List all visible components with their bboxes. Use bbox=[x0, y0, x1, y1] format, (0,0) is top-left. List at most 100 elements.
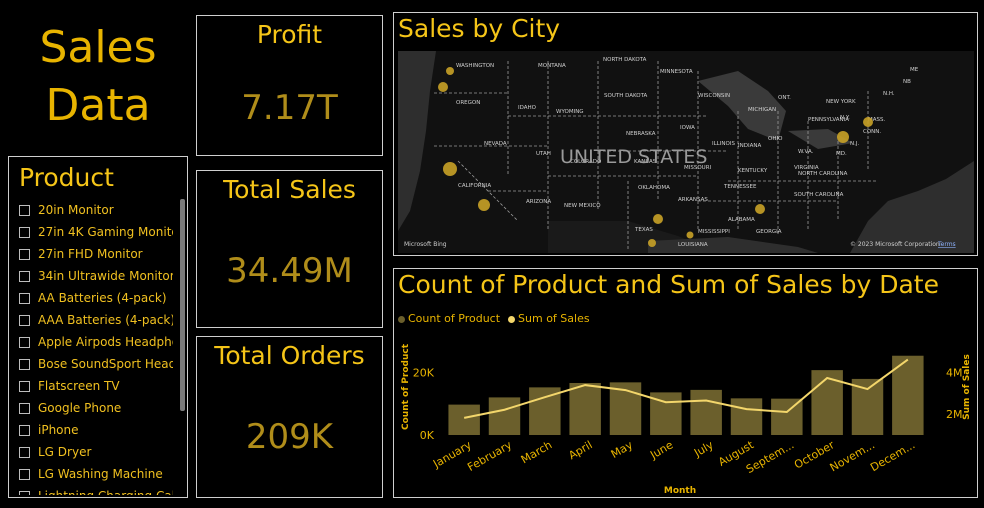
x-tick-label: June bbox=[647, 438, 675, 462]
svg-text:GEORGIA: GEORGIA bbox=[756, 229, 782, 235]
svg-text:ILLINOIS: ILLINOIS bbox=[712, 141, 735, 147]
y2-tick-label: 2M bbox=[946, 408, 963, 421]
slicer-item[interactable]: LG Washing Machine bbox=[19, 463, 173, 485]
slicer-list[interactable]: 20in Monitor 27in 4K Gaming Monitor 27in F… bbox=[19, 199, 173, 495]
slicer-item[interactable]: 20in Monitor bbox=[19, 199, 173, 221]
slicer-item[interactable]: Apple Airpods Headphon... bbox=[19, 331, 173, 353]
total-sales-label: Total Sales bbox=[223, 175, 356, 204]
count-sales-by-date-visual[interactable]: Count of Product and Sum of Sales by Dat… bbox=[393, 268, 978, 498]
slicer-checkbox[interactable] bbox=[19, 380, 30, 392]
bar-count-of-product[interactable] bbox=[569, 382, 601, 435]
y-tick-label: 20K bbox=[413, 366, 435, 379]
total-orders-label: Total Orders bbox=[214, 341, 365, 370]
slicer-checkbox[interactable] bbox=[19, 292, 30, 304]
us-map[interactable]: WASHINGTON MONTANA NORTH DAKOTA MINNESOTA … bbox=[398, 51, 974, 253]
slicer-checkbox[interactable] bbox=[19, 336, 30, 348]
slicer-item-label: AA Batteries (4-pack) bbox=[38, 291, 167, 305]
slicer-item[interactable]: Lightning Charging Cable bbox=[19, 485, 173, 495]
report-title-line2: Data bbox=[45, 80, 151, 131]
slicer-scrollbar[interactable] bbox=[180, 199, 185, 411]
slicer-checkbox[interactable] bbox=[19, 468, 30, 480]
slicer-item-label: AAA Batteries (4-pack) bbox=[38, 313, 173, 327]
y-axis-title: Count of Product bbox=[401, 343, 411, 430]
total-sales-value: 34.49M bbox=[226, 251, 353, 291]
profit-value: 7.17T bbox=[241, 88, 338, 128]
svg-text:OREGON: OREGON bbox=[456, 100, 480, 106]
x-tick-label: Decem... bbox=[868, 438, 917, 474]
slicer-checkbox[interactable] bbox=[19, 314, 30, 326]
slicer-checkbox[interactable] bbox=[19, 204, 30, 216]
svg-text:NEBRASKA: NEBRASKA bbox=[626, 131, 656, 137]
slicer-item[interactable]: Bose SoundSport Headp... bbox=[19, 353, 173, 375]
slicer-item[interactable]: Flatscreen TV bbox=[19, 375, 173, 397]
x-axis-title: Month bbox=[664, 486, 696, 496]
slicer-item-label: LG Washing Machine bbox=[38, 467, 163, 481]
svg-text:NORTH CAROLINA: NORTH CAROLINA bbox=[798, 171, 848, 177]
slicer-scroll-thumb[interactable] bbox=[180, 199, 185, 411]
bar-count-of-product[interactable] bbox=[730, 398, 763, 435]
svg-text:MISSISSIPPI: MISSISSIPPI bbox=[698, 229, 730, 235]
svg-text:MONTANA: MONTANA bbox=[538, 63, 566, 69]
svg-text:ONT.: ONT. bbox=[778, 95, 791, 101]
slicer-item[interactable]: LG Dryer bbox=[19, 441, 173, 463]
svg-text:WISCONSIN: WISCONSIN bbox=[698, 93, 730, 99]
svg-text:OKLAHOMA: OKLAHOMA bbox=[638, 185, 670, 191]
svg-text:MINNESOTA: MINNESOTA bbox=[660, 69, 693, 75]
total-orders-card[interactable]: Total Orders 209K bbox=[196, 336, 383, 498]
slicer-title: Product bbox=[19, 163, 114, 192]
y2-tick-label: 4M bbox=[946, 366, 963, 379]
profit-card[interactable]: Profit 7.17T bbox=[196, 15, 383, 156]
bar-count-of-product[interactable] bbox=[690, 389, 722, 435]
slicer-item-label: 27in 4K Gaming Monitor bbox=[38, 225, 173, 239]
svg-text:INDIANA: INDIANA bbox=[738, 143, 761, 149]
slicer-checkbox[interactable] bbox=[19, 226, 30, 238]
sales-by-city-visual[interactable]: Sales by City WASHINGTON MONTANA NORTH D… bbox=[393, 12, 978, 256]
slicer-item[interactable]: Google Phone bbox=[19, 397, 173, 419]
slicer-item[interactable]: 34in Ultrawide Monitor bbox=[19, 265, 173, 287]
report-title-line1: Sales bbox=[39, 22, 157, 73]
slicer-item-label: Flatscreen TV bbox=[38, 379, 120, 393]
bar-count-of-product[interactable] bbox=[488, 397, 521, 435]
x-tick-label: February bbox=[465, 438, 514, 474]
report-title: Sales Data bbox=[8, 14, 188, 152]
bar-count-of-product[interactable] bbox=[771, 398, 803, 435]
map-terms-link[interactable]: Terms bbox=[937, 241, 956, 248]
x-tick-label: May bbox=[609, 438, 636, 461]
legend-item-count[interactable]: Count of Product bbox=[398, 312, 500, 325]
svg-text:ARKANSAS: ARKANSAS bbox=[678, 197, 708, 203]
svg-text:W.VA.: W.VA. bbox=[798, 149, 814, 155]
slicer-checkbox[interactable] bbox=[19, 270, 30, 282]
legend-item-sales[interactable]: Sum of Sales bbox=[508, 312, 590, 325]
map-title: Sales by City bbox=[398, 14, 561, 43]
slicer-checkbox[interactable] bbox=[19, 424, 30, 436]
svg-text:N.J.: N.J. bbox=[850, 141, 859, 147]
slicer-item[interactable]: 27in 4K Gaming Monitor bbox=[19, 221, 173, 243]
slicer-item-label: Lightning Charging Cable bbox=[38, 489, 173, 495]
bar-count-of-product[interactable] bbox=[811, 370, 843, 435]
slicer-checkbox[interactable] bbox=[19, 490, 30, 495]
svg-text:MICHIGAN: MICHIGAN bbox=[748, 107, 776, 113]
slicer-item[interactable]: AA Batteries (4-pack) bbox=[19, 287, 173, 309]
svg-text:TEXAS: TEXAS bbox=[634, 227, 653, 233]
profit-label: Profit bbox=[256, 20, 323, 49]
slicer-checkbox[interactable] bbox=[19, 446, 30, 458]
total-sales-card[interactable]: Total Sales 34.49M bbox=[196, 170, 383, 328]
bar-count-of-product[interactable] bbox=[851, 378, 884, 435]
slicer-item-label: LG Dryer bbox=[38, 445, 92, 459]
slicer-checkbox[interactable] bbox=[19, 402, 30, 414]
product-slicer[interactable]: Product 20in Monitor 27in 4K Gaming Monit… bbox=[8, 156, 188, 498]
slicer-item[interactable]: 27in FHD Monitor bbox=[19, 243, 173, 265]
x-tick-label: Novem... bbox=[828, 438, 877, 474]
svg-text:IDAHO: IDAHO bbox=[518, 105, 537, 111]
bar-count-of-product[interactable] bbox=[448, 404, 480, 435]
svg-text:WYOMING: WYOMING bbox=[556, 109, 584, 115]
slicer-item-label: 20in Monitor bbox=[38, 203, 114, 217]
slicer-item-label: 27in FHD Monitor bbox=[38, 247, 143, 261]
slicer-item[interactable]: AAA Batteries (4-pack) bbox=[19, 309, 173, 331]
svg-text:NEVADA: NEVADA bbox=[484, 141, 507, 147]
slicer-checkbox[interactable] bbox=[19, 358, 30, 370]
total-orders-value: 209K bbox=[245, 417, 334, 457]
combo-chart-svg: 0K20K2M4MJanuaryFebruary March April May Jun… bbox=[401, 343, 972, 496]
slicer-checkbox[interactable] bbox=[19, 248, 30, 260]
slicer-item[interactable]: iPhone bbox=[19, 419, 173, 441]
